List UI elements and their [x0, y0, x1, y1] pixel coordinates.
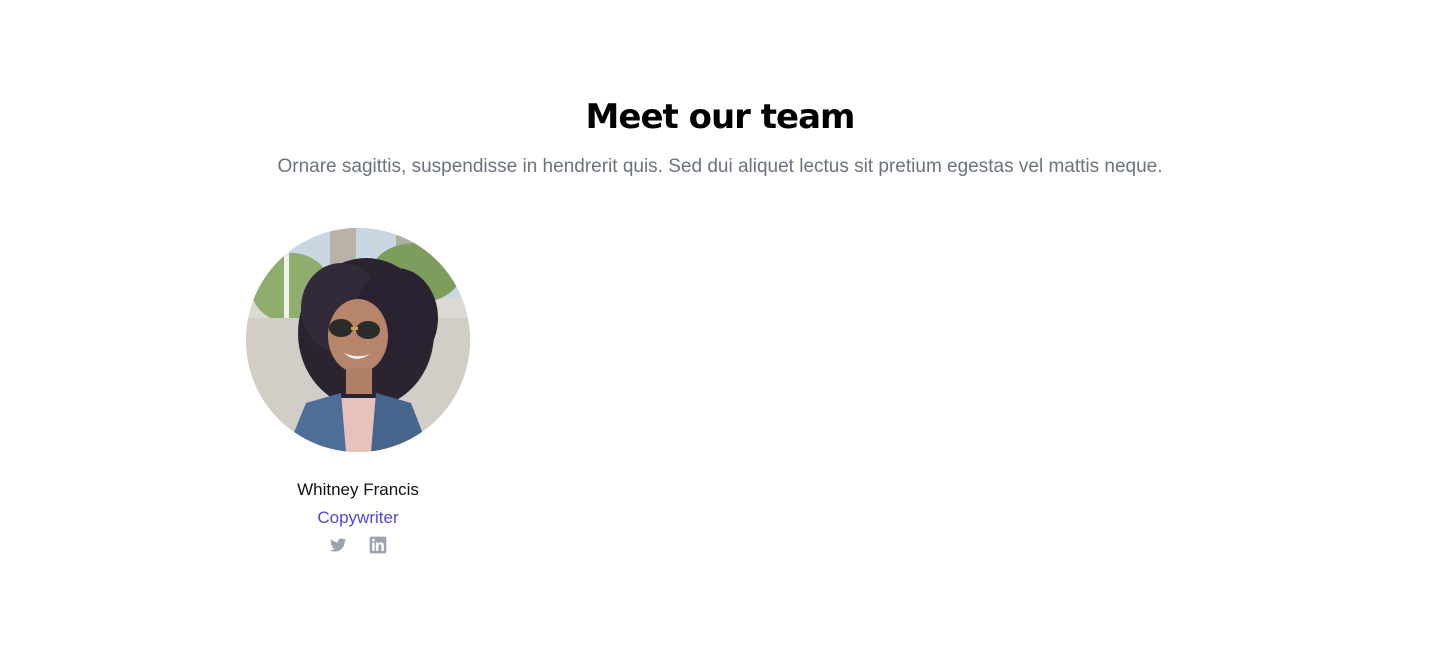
- linkedin-link[interactable]: [368, 535, 388, 555]
- section-title: Meet our team: [585, 97, 856, 137]
- member-role: Copywriter: [317, 508, 399, 527]
- section-subtitle: Ornare sagittis, suspendisse in hendreri…: [277, 156, 1163, 177]
- team-section: Meet our team Ornare sagittis, suspendis…: [0, 0, 1440, 652]
- member-name: Whitney Francis: [297, 480, 419, 499]
- social-links: [328, 535, 388, 555]
- twitter-icon: [329, 538, 347, 552]
- avatar: [246, 228, 470, 452]
- twitter-link[interactable]: [328, 535, 348, 555]
- team-member-card: Whitney Francis Copywriter: [246, 228, 470, 555]
- avatar-photo: [246, 228, 470, 452]
- linkedin-icon: [369, 536, 387, 554]
